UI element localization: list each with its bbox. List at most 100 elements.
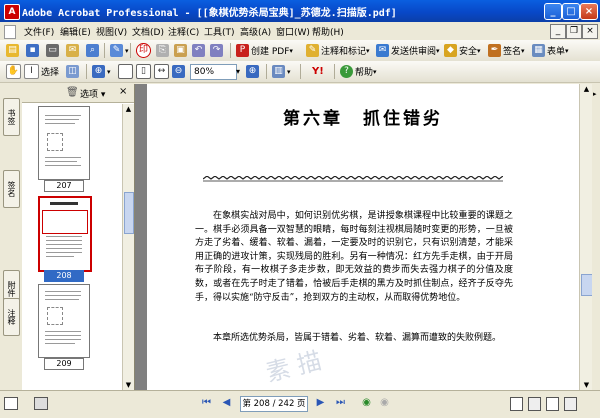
menu-comments[interactable]: 注释(C)	[168, 25, 199, 38]
open-icon[interactable]: ▤	[6, 43, 21, 58]
tab-comments[interactable]: 注释	[3, 298, 20, 336]
body-paragraph: 本章所选优势杀局，皆属于错着、劣着、软着、漏算而遭致的失败例题。	[213, 333, 502, 343]
options-button[interactable]: 选项 ▾	[80, 87, 105, 100]
continuous-icon[interactable]	[528, 397, 541, 411]
thumbnail-list[interactable]: 207 208 209	[22, 104, 122, 390]
save-icon[interactable]: ▪	[26, 43, 41, 58]
zoom-in-icon[interactable]: ⊕ ▾	[92, 64, 111, 79]
menu-document[interactable]: 文档(D)	[132, 25, 164, 38]
page-thumbnail-selected[interactable]	[38, 196, 92, 272]
scroll-up-arrow[interactable]: ▲	[123, 104, 134, 114]
security-label: 安全	[459, 47, 478, 57]
help-button[interactable]: ? 帮助 ▾	[340, 64, 377, 79]
page-thumbnail[interactable]	[38, 284, 90, 358]
send-review-button[interactable]: ✉ 发送供审阅 ▾	[376, 43, 440, 58]
previous-page-icon[interactable]: ◀	[220, 397, 233, 409]
pen-icon: ✒	[488, 44, 501, 57]
attach-icon[interactable]: ✎ ▾	[110, 43, 129, 58]
go-forward-icon[interactable]: ◉	[378, 397, 391, 409]
options-label: 选项	[80, 90, 99, 100]
file-toolbar: ▤ ▪ ▭ ✉ ⌕ ✎ ▾ 印 ⎘ ▣ ↶ ↷ P 创建 PDF ▾ ✎ 注释和标记 …	[0, 40, 600, 62]
hand-tool-icon[interactable]: ✋	[6, 64, 23, 79]
go-back-icon[interactable]: ◉	[360, 397, 373, 409]
redo-icon[interactable]: ↷	[210, 43, 225, 58]
menu-file[interactable]: 文件(F)	[24, 25, 54, 38]
actual-size-icon[interactable]	[118, 64, 135, 79]
first-page-icon[interactable]: ⏮	[200, 397, 213, 409]
scroll-down-arrow[interactable]: ▼	[123, 380, 134, 390]
sign-label: 签名	[503, 47, 522, 57]
panel-close-icon[interactable]: ×	[119, 86, 127, 97]
select-tool-button[interactable]: I 选择	[24, 64, 59, 79]
menu-edit[interactable]: 编辑(E)	[60, 25, 91, 38]
undo-icon[interactable]: ↶	[192, 43, 207, 58]
page-number-field[interactable]: 第 208 / 242 页	[240, 396, 308, 412]
create-pdf-button[interactable]: P 创建 PDF ▾	[236, 43, 293, 58]
close-button[interactable]: ×	[580, 3, 598, 20]
stamp-icon[interactable]: 印	[136, 43, 153, 58]
single-page-icon[interactable]	[510, 397, 523, 411]
pdf-page: 第六章 抓住错劣 在象棋实战对局中，如何识别优劣棋，是讲授象棋课程中比较重要的课…	[147, 84, 579, 390]
snapshot-icon[interactable]: ◫	[66, 64, 81, 79]
document-view[interactable]: 第六章 抓住错劣 在象棋实战对局中，如何识别优劣棋，是讲授象棋课程中比较重要的课…	[135, 84, 579, 390]
scroll-thumb[interactable]	[124, 192, 134, 234]
doc-minimize-button[interactable]: _	[550, 24, 566, 39]
help-label: 帮助	[355, 68, 374, 78]
navigation-tabs: 书签 签名 附件 注释	[0, 84, 23, 388]
menu-advanced[interactable]: 高级(A)	[240, 25, 271, 38]
menu-view[interactable]: 视图(V)	[96, 25, 127, 38]
pages-panel-header: 🗑 选项 ▾ ×	[22, 84, 134, 103]
zoom-dropdown-icon[interactable]: ▾	[236, 64, 240, 79]
page-layout-icon[interactable]: ▥ ▾	[272, 64, 291, 79]
menu-bar: 文件(F) 编辑(E) 视图(V) 文档(D) 注释(C) 工具(T) 高级(A…	[0, 22, 600, 40]
size-icon[interactable]	[34, 397, 48, 410]
security-button[interactable]: ◆ 安全 ▾	[444, 43, 481, 58]
title-bar[interactable]: A Adobe Acrobat Professional - [[象棋优势杀局宝…	[0, 0, 600, 22]
thumb-heading	[50, 202, 78, 205]
print-icon[interactable]: ▭	[46, 43, 61, 58]
document-icon	[4, 25, 16, 39]
trash-icon[interactable]: 🗑	[66, 87, 79, 98]
forms-label: 表单	[547, 47, 566, 57]
last-page-icon[interactable]: ⏭	[334, 397, 347, 409]
zoom-out-icon[interactable]: ⊖	[172, 64, 187, 79]
panel-scrollbar[interactable]: ▲ ▼	[122, 104, 134, 390]
fit-page-icon[interactable]: ▯	[136, 64, 153, 79]
body-paragraph: 在象棋实战对局中，如何识别优劣棋，是讲授象棋课程中比较重要的课题之一。棋手必须具…	[195, 211, 513, 303]
search-icon[interactable]: ⌕	[86, 43, 101, 58]
yahoo-icon[interactable]: Y!	[312, 64, 324, 79]
minimize-button[interactable]: _	[544, 3, 562, 20]
fit-width-icon[interactable]: ↔	[154, 64, 171, 79]
acrobat-window: A Adobe Acrobat Professional - [[象棋优势杀局宝…	[0, 0, 600, 418]
menu-help[interactable]: 帮助(H)	[312, 25, 344, 38]
tab-bookmarks[interactable]: 书签	[3, 98, 20, 136]
how-to-panel-toggle[interactable]: ▸	[592, 84, 600, 390]
copy-icon[interactable]: ⎘	[156, 43, 171, 58]
forms-button[interactable]: ▦ 表单 ▾	[532, 43, 569, 58]
next-page-icon[interactable]: ▶	[314, 397, 327, 409]
sign-button[interactable]: ✒ 签名 ▾	[488, 43, 525, 58]
menu-tools[interactable]: 工具(T)	[204, 25, 235, 38]
navigation-toolbar: ✋ I 选择 ◫ ⊕ ▾ ▯ ↔ ⊖ 80% ▾ ⊕ ▥ ▾ Y! ? 帮助 ▾	[0, 61, 600, 83]
page-thumbnail[interactable]	[38, 106, 90, 180]
continuous-facing-icon[interactable]	[564, 397, 577, 411]
maximize-button[interactable]: □	[562, 3, 580, 20]
tab-signatures[interactable]: 签名	[3, 170, 20, 208]
menu-window[interactable]: 窗口(W)	[276, 25, 310, 38]
doc-restore-button[interactable]: ❐	[566, 24, 582, 39]
document-scrollbar[interactable]: ▲ ▼	[579, 84, 593, 390]
comment-markup-button[interactable]: ✎ 注释和标记 ▾	[306, 43, 370, 58]
pages-panel: 🗑 选项 ▾ × 207 208 209 ▲ ▼	[22, 84, 135, 390]
panel-toggle-icon[interactable]	[4, 397, 18, 410]
thumb-figure	[47, 133, 63, 151]
doc-close-button[interactable]: ×	[582, 24, 598, 39]
ornament-divider	[203, 176, 503, 182]
zoom-in-plus-icon[interactable]: ⊕	[246, 64, 261, 79]
thumbnail-label-selected: 208	[44, 270, 84, 282]
window-title: Adobe Acrobat Professional - [[象棋优势杀局宝典]…	[22, 8, 397, 19]
facing-icon[interactable]	[546, 397, 559, 411]
paste-icon[interactable]: ▣	[174, 43, 189, 58]
adobe-acrobat-icon: A	[4, 4, 20, 20]
zoom-level-input[interactable]: 80%	[190, 64, 237, 80]
email-icon[interactable]: ✉	[66, 43, 81, 58]
